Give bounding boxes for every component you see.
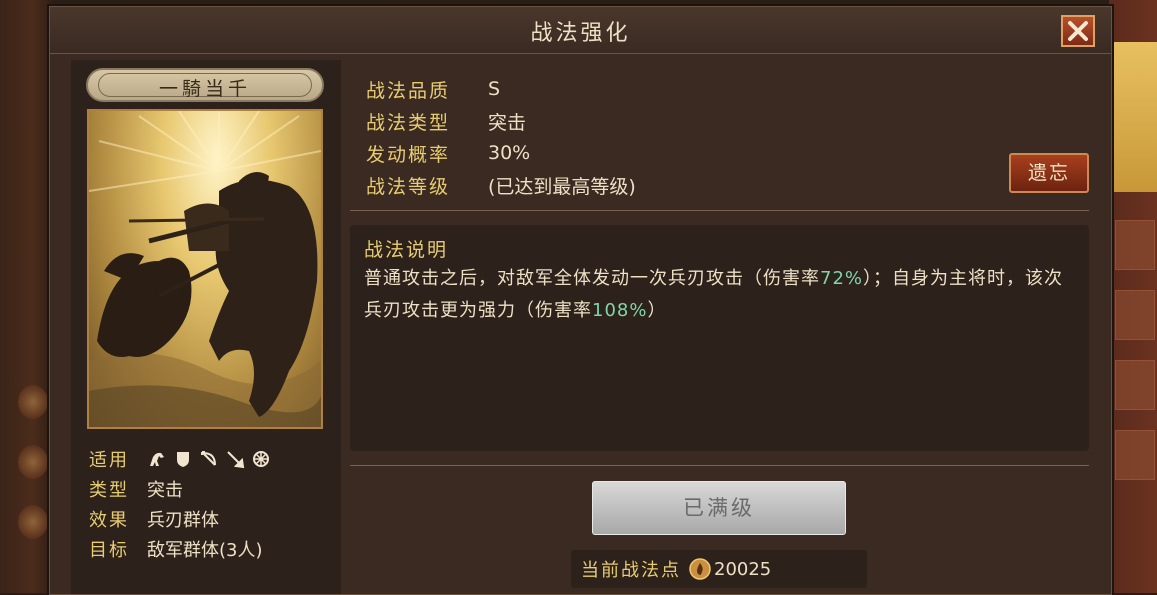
effect-label: 效果 [89,510,129,531]
target-row: 目标 敌军群体(3人) [89,534,339,564]
cavalry-icon [150,452,164,466]
description-title: 战法说明 [364,239,449,261]
quality-value: S [488,78,501,100]
target-label: 目标 [89,540,129,561]
troop-type-icons [147,449,271,469]
skill-name: 一騎当千 [158,78,251,100]
skill-name-plate: 一騎当千 [86,68,324,102]
background-icon [18,385,48,419]
target-value: 敌军群体(3人) [147,540,263,561]
background-plate [1115,430,1155,480]
forget-button[interactable]: 遗忘 [1009,153,1089,193]
skill-level-row: 战法等级 (已达到最高等级) [366,170,636,200]
damage-rate-value: 72% [820,268,864,289]
trigger-rate-label: 发动概率 [366,143,451,166]
trigger-rate-row: 发动概率 30% [366,138,530,168]
skill-level-value: (已达到最高等级) [488,175,636,198]
max-level-button[interactable]: 已满级 [592,481,846,535]
bow-icon [201,451,216,466]
quality-row: 战法品质 S [366,74,500,104]
background-gold-banner [1109,42,1157,192]
description-text: 普通攻击之后，对敌军全体发动一次兵刃攻击（伤害率72%）；自身为主将时，该次兵刃… [364,263,1076,327]
type-row: 类型 突击 [89,474,339,504]
applicable-label: 适用 [89,450,129,471]
divider [350,210,1089,211]
description-part-1: 普通攻击之后，对敌军全体发动一次兵刃攻击（伤害率 [364,268,820,289]
dialog-titlebar: 战法强化 [50,7,1111,54]
skill-points-label: 当前战法点 [581,560,681,581]
spear-icon [227,451,245,469]
background-icon [18,505,48,539]
type-label: 类型 [89,480,129,501]
description-part-3: ） [647,300,667,321]
background-plate [1115,220,1155,270]
effect-value: 兵刃群体 [147,510,219,531]
close-button[interactable] [1061,15,1095,47]
shield-icon [177,452,189,467]
skill-type-value: 突击 [488,111,527,134]
main-general-damage-rate-value: 108% [592,300,648,321]
skill-card-panel: 一騎当千 适用 类型 突击 效果 兵刃群体 目标 敌军群体(3人) [71,60,341,594]
skill-points-value: 20025 [714,558,772,580]
skill-points-display: 当前战法点 20025 [571,550,867,588]
skill-type-row: 战法类型 突击 [366,106,526,136]
divider [350,465,1089,466]
applicable-row: 适用 [89,444,339,474]
effect-row: 效果 兵刃群体 [89,504,339,534]
skill-level-label: 战法等级 [366,175,451,198]
skill-card-art [87,109,323,429]
quality-label: 战法品质 [366,79,451,102]
trigger-rate-value: 30% [488,142,531,164]
cavalry-charge-illustration [89,111,321,427]
skill-point-coin-icon [689,558,711,580]
close-icon [1068,21,1088,41]
skill-type-label: 战法类型 [366,111,451,134]
dialog-title: 战法强化 [530,21,631,46]
type-value: 突击 [147,480,183,501]
background-icon [18,445,48,479]
background-right [1109,0,1157,593]
skill-attributes: 适用 类型 突击 效果 兵刃群体 目标 敌军群体(3人) [89,444,339,564]
background-plate [1115,290,1155,340]
skill-enhance-dialog: 战法强化 一騎当千 适用 类型 突击 效果 兵刃群体 目标 敌军群体(3人) 战… [49,6,1112,595]
wheel-icon [253,451,269,467]
description-panel: 战法说明 普通攻击之后，对敌军全体发动一次兵刃攻击（伤害率72%）；自身为主将时… [350,225,1089,451]
background-plate [1115,360,1155,410]
background-left [0,0,55,593]
